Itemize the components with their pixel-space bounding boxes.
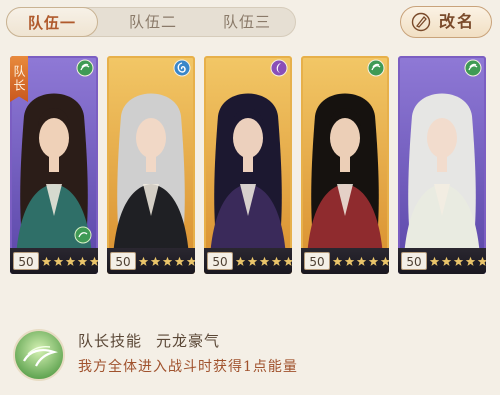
level-badge: 50 — [304, 252, 330, 270]
star-icon — [368, 256, 379, 266]
star-icon — [283, 256, 292, 266]
star-rating — [429, 256, 486, 268]
character-portrait — [404, 93, 480, 256]
skill-name: 元龙豪气 — [156, 332, 221, 350]
element-icon — [173, 59, 191, 77]
tab-team-2[interactable]: 队伍二 — [107, 7, 199, 37]
captain-skill-icon — [13, 329, 65, 381]
character-card[interactable]: 50 — [107, 56, 195, 274]
star-rating — [235, 256, 292, 268]
character-portrait — [113, 93, 189, 256]
rename-label: 改名 — [439, 12, 476, 31]
star-icon — [174, 256, 185, 266]
element-icon — [270, 59, 288, 77]
level-badge: 50 — [401, 252, 427, 270]
level-badge: 50 — [207, 252, 233, 270]
star-icon — [259, 256, 270, 266]
pen-icon — [411, 12, 431, 32]
team-tab-bar: 队伍一 队伍二 队伍三 — [6, 7, 296, 37]
tab-team-3[interactable]: 队伍三 — [201, 7, 293, 37]
character-card[interactable]: 50 — [301, 56, 389, 274]
skill-heading: 队长技能 元龙豪气 — [78, 330, 220, 351]
star-icon — [65, 256, 76, 266]
skill-description: 我方全体进入战斗时获得1点能量 — [78, 359, 298, 375]
star-rating — [41, 256, 98, 268]
star-icon — [465, 256, 476, 266]
star-rating — [138, 256, 195, 268]
star-icon — [429, 256, 440, 266]
element-icon — [76, 59, 94, 77]
star-icon — [235, 256, 246, 266]
star-icon — [441, 256, 452, 266]
star-icon — [453, 256, 464, 266]
star-icon — [41, 256, 52, 266]
star-icon — [247, 256, 258, 266]
character-card[interactable]: 50 — [398, 56, 486, 274]
captain-tag: 队长 — [10, 56, 28, 102]
star-icon — [356, 256, 367, 266]
star-rating — [332, 256, 389, 268]
element-icon — [464, 59, 482, 77]
character-card[interactable]: 队长 50 — [10, 56, 98, 274]
star-icon — [53, 256, 64, 266]
team-lineup: 队长 50 50 50 50 50 — [10, 56, 490, 276]
star-icon — [477, 256, 486, 266]
element-icon — [367, 59, 385, 77]
star-icon — [186, 256, 195, 266]
character-card[interactable]: 50 — [204, 56, 292, 274]
star-icon — [138, 256, 149, 266]
star-icon — [344, 256, 355, 266]
star-icon — [162, 256, 173, 266]
tab-team-1[interactable]: 队伍一 — [6, 7, 98, 37]
level-badge: 50 — [110, 252, 136, 270]
star-icon — [332, 256, 343, 266]
star-icon — [380, 256, 389, 266]
character-portrait — [307, 93, 383, 256]
skill-title: 队长技能 — [78, 332, 143, 350]
star-icon — [77, 256, 88, 266]
level-badge: 50 — [13, 252, 39, 270]
star-icon — [271, 256, 282, 266]
skill-badge-icon — [74, 226, 92, 244]
character-portrait — [210, 93, 286, 256]
star-icon — [150, 256, 161, 266]
star-icon — [89, 256, 98, 266]
rename-button[interactable]: 改名 — [400, 6, 492, 38]
